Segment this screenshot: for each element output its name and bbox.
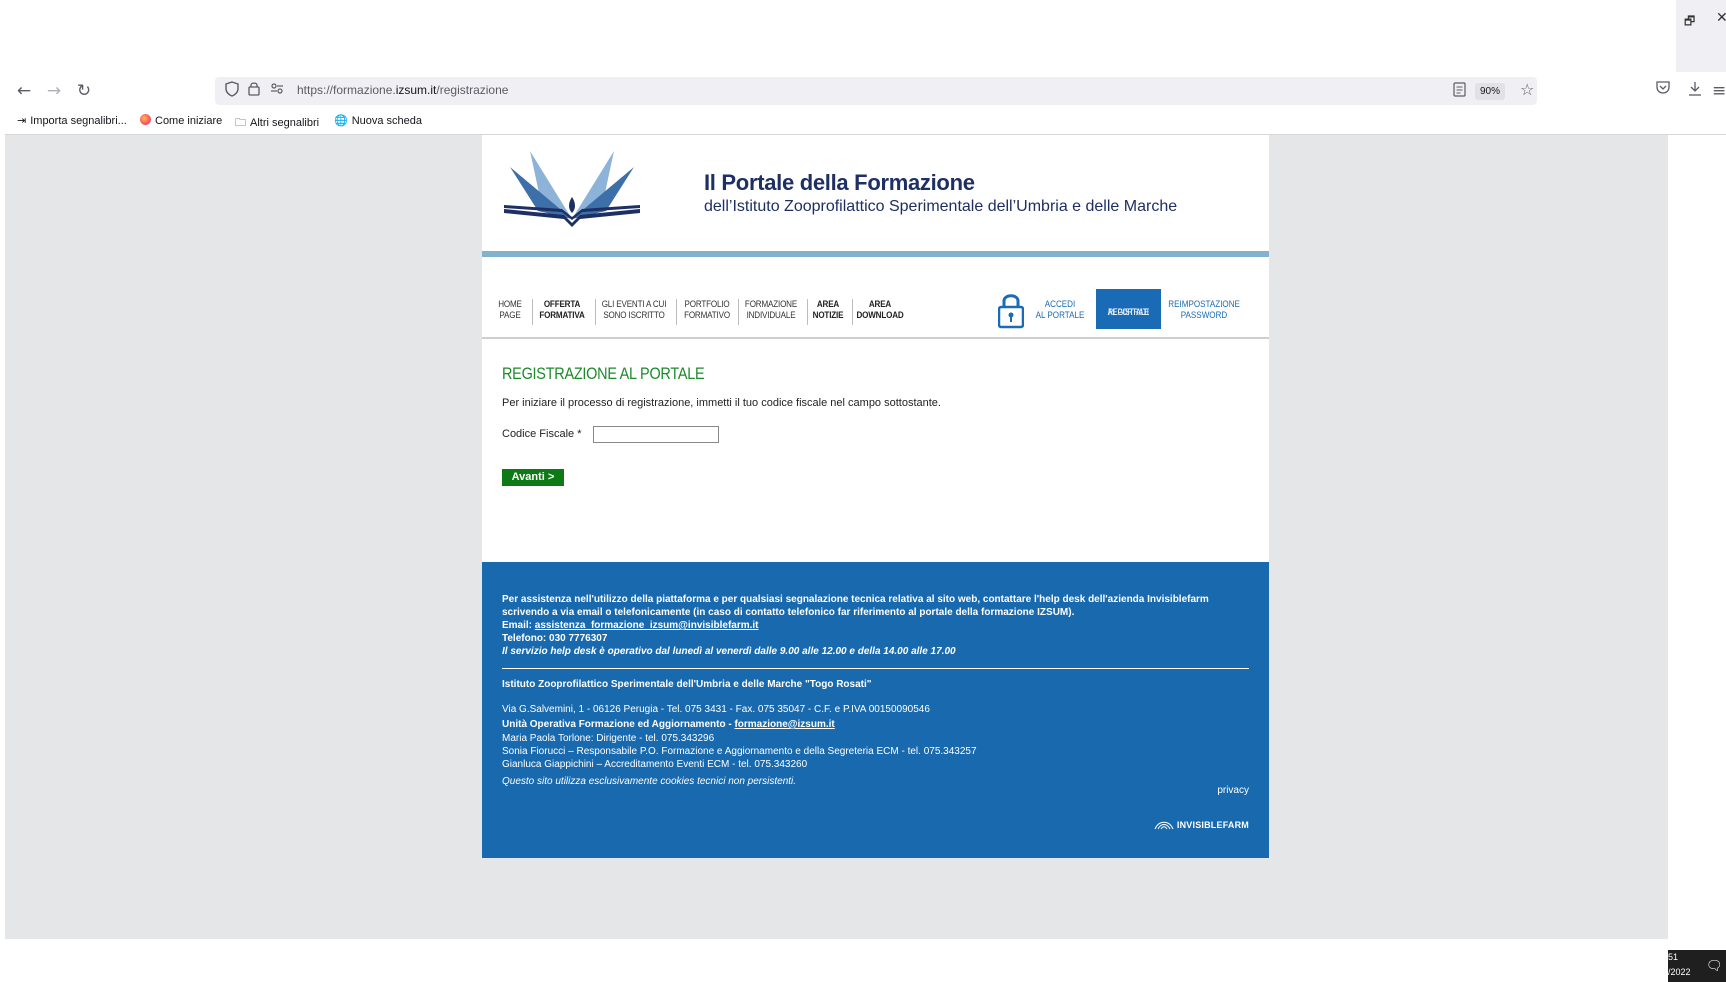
bookmark-getting-started[interactable]: Come iniziare (140, 114, 222, 127)
close-window-icon[interactable]: ✕ (1716, 10, 1726, 26)
training-unit-email-link[interactable]: formazione@izsum.it (734, 719, 834, 730)
cookie-notice: Questo sito utilizza esclusivamente cook… (502, 776, 797, 787)
folder-icon: 🗀 (235, 117, 246, 129)
site-header: Il Portale della Formazione dell’Istitut… (482, 135, 1269, 251)
url-text[interactable]: https://formazione.izsum.it/registrazion… (297, 83, 508, 97)
register-link[interactable]: REGISTRATI AL PORTALE (1096, 289, 1161, 329)
page-viewport: Il Portale della Formazione dell’Istitut… (5, 135, 1668, 939)
permissions-icon[interactable] (270, 81, 284, 99)
assistance-email-link[interactable]: assistenza_formazione_izsum@invisiblefar… (535, 620, 759, 631)
shield-icon[interactable] (225, 81, 239, 101)
assistance-text-line1: Per assistenza nell'utilizzo della piatt… (502, 594, 1209, 605)
star-icon[interactable]: ☆ (1520, 80, 1534, 99)
taskbar-clock: 51 /2022 🗨 (1668, 950, 1726, 982)
login-link[interactable]: ACCEDI AL PORTALE (1035, 299, 1086, 321)
page-title: REGISTRAZIONE AL PORTALE (502, 364, 705, 383)
menu-separator (807, 299, 808, 325)
footer-divider (502, 668, 1249, 669)
menu-item-formazione[interactable]: FORMAZIONE INDIVIDUALE (741, 299, 801, 321)
menu-item-download[interactable]: AREA DOWNLOAD (856, 299, 904, 321)
codice-fiscale-label: Codice Fiscale * (502, 428, 582, 440)
url-bar[interactable]: https://formazione.izsum.it/registrazion… (215, 77, 1537, 105)
menu-item-offerta[interactable]: OFFERTA FORMATIVA (538, 299, 586, 321)
browser-toolbar: ← → ↻ https://formazione.izsum.it/regist… (5, 75, 1726, 107)
notification-icon[interactable]: 🗨 (1706, 958, 1723, 974)
institute-address: Via G.Salvemini, 1 - 06126 Perugia - Tel… (502, 704, 930, 715)
invisiblefarm-credit[interactable]: INVISIBLEFARM (1154, 818, 1249, 830)
staff-line-1: Maria Paola Torlone: Dirigente - tel. 07… (502, 733, 715, 744)
menu-item-eventi[interactable]: GLI EVENTI A CUI SONO ISCRITTO (602, 299, 667, 321)
globe-icon: 🌐 (334, 115, 348, 127)
main-menu: HOME PAGE OFFERTA FORMATIVA GLI EVENTI A C… (482, 257, 1269, 339)
reset-password-link[interactable]: REIMPOSTAZIONE PASSWORD (1168, 299, 1240, 321)
menu-item-portfolio[interactable]: PORTFOLIO FORMATIVO (682, 299, 731, 321)
forward-arrow-icon[interactable]: → (43, 80, 65, 102)
site-container: Il Portale della Formazione dell’Istitut… (482, 135, 1269, 858)
window-controls: 🗗 ✕ (1676, 0, 1726, 72)
menu-separator (738, 299, 739, 325)
pocket-icon[interactable] (1652, 80, 1674, 102)
clock-time: 51 (1668, 952, 1679, 962)
intro-text: Per iniziare il processo di registrazion… (502, 397, 941, 409)
assistance-email: Email: assistenza_formazione_izsum@invis… (502, 620, 759, 631)
menu-separator (852, 299, 853, 325)
url-domain: izsum.it (395, 83, 437, 97)
window-titlebar (0, 0, 1726, 75)
menu-separator (595, 299, 596, 325)
menu-separator (532, 299, 533, 325)
reader-view-icon[interactable] (1453, 82, 1466, 101)
assistance-text-line2: scrivendo a via email o telefonicamente … (502, 607, 1075, 618)
privacy-link[interactable]: privacy (1217, 785, 1249, 796)
assistance-phone: Telefono: 030 7776307 (502, 633, 608, 644)
book-logo-icon[interactable] (502, 149, 642, 229)
bookmark-import[interactable]: ⇥ Importa segnalibri... (17, 114, 127, 127)
back-arrow-icon[interactable]: ← (13, 80, 35, 102)
codice-fiscale-input[interactable] (593, 426, 719, 443)
clock-date: /2022 (1668, 967, 1691, 977)
training-unit: Unità Operativa Formazione ed Aggiorname… (502, 719, 835, 730)
padlock-icon (998, 294, 1024, 329)
helpdesk-hours: Il servizio help desk è operativo dal lu… (502, 646, 956, 657)
bookmark-other[interactable]: 🗀 Altri segnalibri (235, 114, 319, 133)
firefox-icon (140, 114, 151, 125)
institute-name: Istituto Zooprofilattico Sperimentale de… (502, 679, 872, 690)
site-subtitle: dell’Istituto Zooprofilattico Sperimenta… (704, 198, 1178, 215)
site-title: Il Portale della Formazione (704, 170, 975, 195)
menu-item-home[interactable]: HOME PAGE (495, 299, 526, 321)
next-button[interactable]: Avanti > (502, 469, 564, 486)
staff-line-2: Sonia Fiorucci – Responsabile P.O. Forma… (502, 746, 977, 757)
download-icon[interactable] (1684, 80, 1706, 102)
import-icon: ⇥ (17, 115, 27, 127)
menu-item-notizie[interactable]: AREA NOTIZIE (810, 299, 846, 321)
zoom-level-badge[interactable]: 90% (1475, 83, 1506, 100)
lock-icon[interactable] (248, 81, 260, 100)
reload-icon[interactable]: ↻ (73, 80, 95, 102)
site-footer: Per assistenza nell'utilizzo della piatt… (482, 562, 1269, 858)
restore-window-icon[interactable]: 🗗 (1684, 12, 1695, 33)
bookmark-new-tab[interactable]: 🌐 Nuova scheda (334, 114, 422, 127)
menu-separator (676, 299, 677, 325)
invisiblefarm-logo-icon (1154, 821, 1174, 830)
bookmarks-toolbar: ⇥ Importa segnalibri... Come iniziare 🗀 Al… (5, 109, 1726, 135)
hamburger-menu-icon[interactable]: ≡ (1712, 80, 1726, 102)
staff-line-3: Gianluca Giappichini – Accreditamento Ev… (502, 759, 808, 770)
